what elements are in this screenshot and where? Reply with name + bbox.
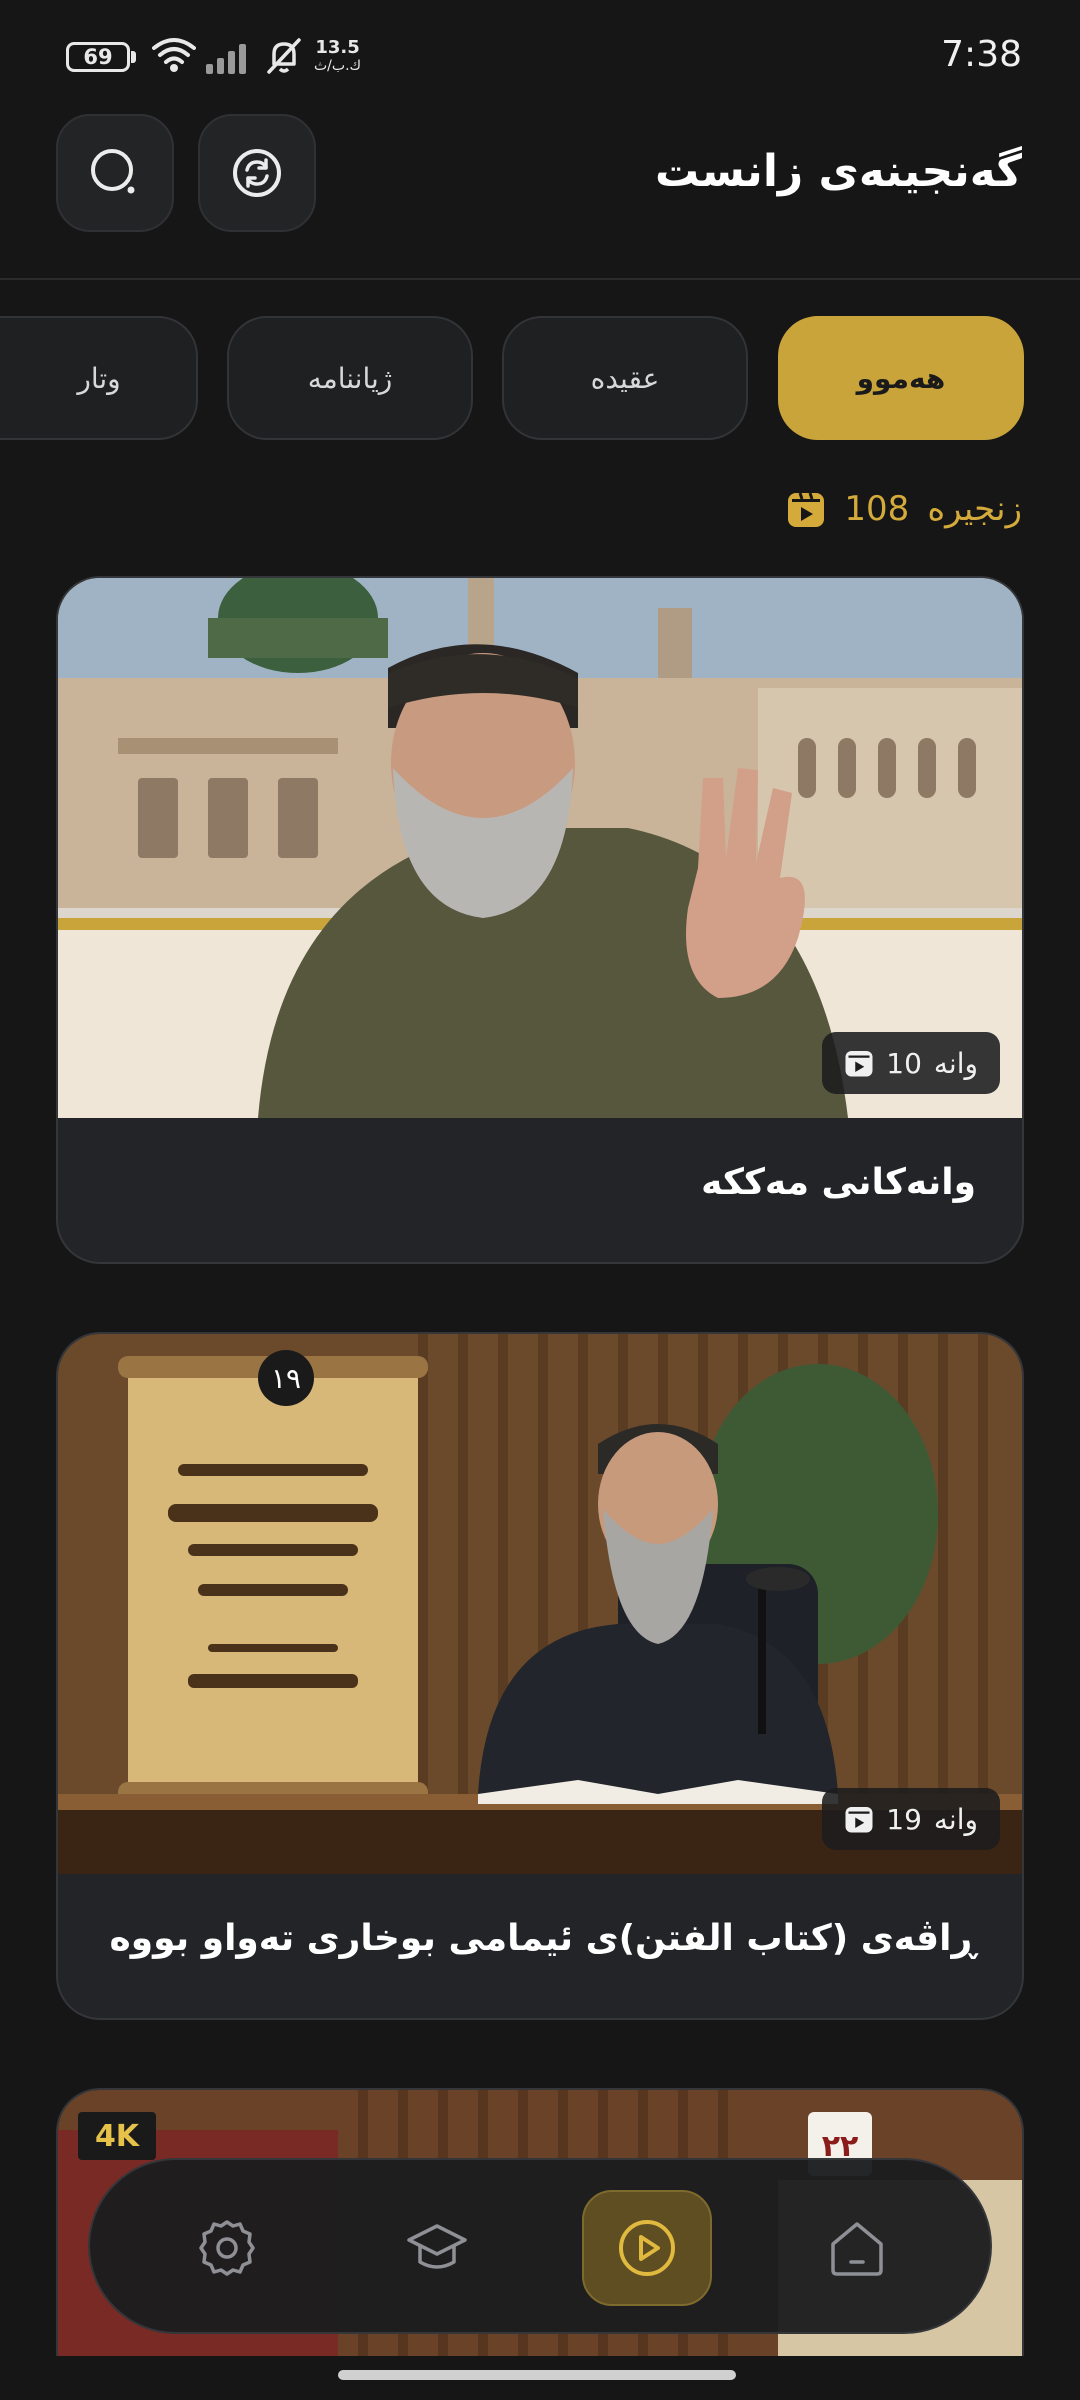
speed-unit: ك.ب/ث bbox=[314, 58, 362, 74]
nav-settings[interactable] bbox=[162, 2190, 292, 2306]
tab-label: عقیده bbox=[590, 361, 660, 395]
bottom-navigation bbox=[88, 2158, 992, 2334]
tab-label: وتار bbox=[77, 361, 121, 395]
svg-text:4K: 4K bbox=[95, 2119, 141, 2154]
series-card[interactable]: ١٩ 19 وانە ڕاڤەی (كتاب الفتن)ی ئیمامی بو… bbox=[56, 1332, 1024, 2020]
battery-tip bbox=[131, 51, 136, 63]
notifications-muted-icon bbox=[267, 38, 301, 74]
tab-aqida[interactable]: عقیده bbox=[502, 316, 748, 440]
series-count-label: زنجیرە bbox=[927, 489, 1022, 529]
series-count-number: 108 bbox=[844, 489, 910, 529]
nav-series[interactable] bbox=[582, 2190, 712, 2306]
tab-all[interactable]: هەموو bbox=[778, 316, 1024, 440]
battery-indicator: 69 bbox=[66, 42, 130, 72]
signal-icon bbox=[206, 44, 246, 74]
tab-label: هەموو bbox=[856, 361, 946, 395]
tab-biography[interactable]: ژیاننامە bbox=[227, 316, 473, 440]
search-icon bbox=[91, 149, 135, 194]
series-thumbnail: 10 وانە bbox=[58, 578, 1022, 1118]
search-button[interactable] bbox=[56, 114, 174, 232]
video-library-icon bbox=[845, 1051, 873, 1077]
series-card[interactable]: 10 وانە وانەکانی مەککە bbox=[56, 576, 1024, 1264]
battery-level: 69 bbox=[83, 45, 113, 69]
series-title: ڕاڤەی (كتاب الفتن)ی ئیمامی بوخاری تەواو … bbox=[109, 1918, 976, 1959]
refresh-icon bbox=[233, 149, 281, 197]
lesson-count-badge: 10 وانە bbox=[822, 1032, 1000, 1094]
video-library-icon bbox=[788, 492, 825, 527]
settings-icon bbox=[199, 2220, 255, 2276]
page-title: گەنجینەی زانست bbox=[654, 146, 1022, 197]
app-header: گەنجینەی زانست bbox=[0, 110, 1080, 280]
series-thumbnail: ١٩ 19 وانە bbox=[58, 1334, 1022, 1874]
status-bar: 69 13.5 ك.ب/ث 7:38 bbox=[0, 0, 1080, 110]
lesson-count-number: 19 bbox=[886, 1802, 922, 1836]
clock: 7:38 bbox=[941, 34, 1022, 75]
network-speed: 13.5 ك.ب/ث bbox=[314, 38, 361, 76]
play-icon bbox=[619, 2220, 675, 2276]
lesson-count-number: 10 bbox=[886, 1046, 922, 1080]
lesson-count-label: وانە bbox=[933, 1046, 978, 1080]
refresh-button[interactable] bbox=[198, 114, 316, 232]
home-icon bbox=[831, 2222, 883, 2276]
lesson-count-badge: 19 وانە bbox=[822, 1788, 1000, 1850]
svg-text:١٩: ١٩ bbox=[271, 1362, 301, 1395]
nav-courses[interactable] bbox=[372, 2190, 502, 2306]
courses-icon bbox=[407, 2224, 467, 2269]
home-indicator[interactable] bbox=[338, 2370, 736, 2380]
video-library-icon bbox=[845, 1807, 873, 1833]
tab-label: ژیاننامە bbox=[307, 361, 393, 395]
tab-speeches[interactable]: وتار bbox=[0, 316, 198, 440]
lesson-count-label: وانە bbox=[933, 1802, 978, 1836]
category-tabs: هەموو عقیده ژیاننامە وتار bbox=[0, 316, 1080, 442]
speed-value: 13.5 bbox=[315, 37, 360, 58]
nav-home[interactable] bbox=[792, 2190, 922, 2306]
series-title: وانەکانی مەککە bbox=[701, 1162, 976, 1203]
wifi-icon bbox=[152, 38, 196, 72]
series-count: 108 زنجیرە bbox=[786, 484, 1022, 534]
